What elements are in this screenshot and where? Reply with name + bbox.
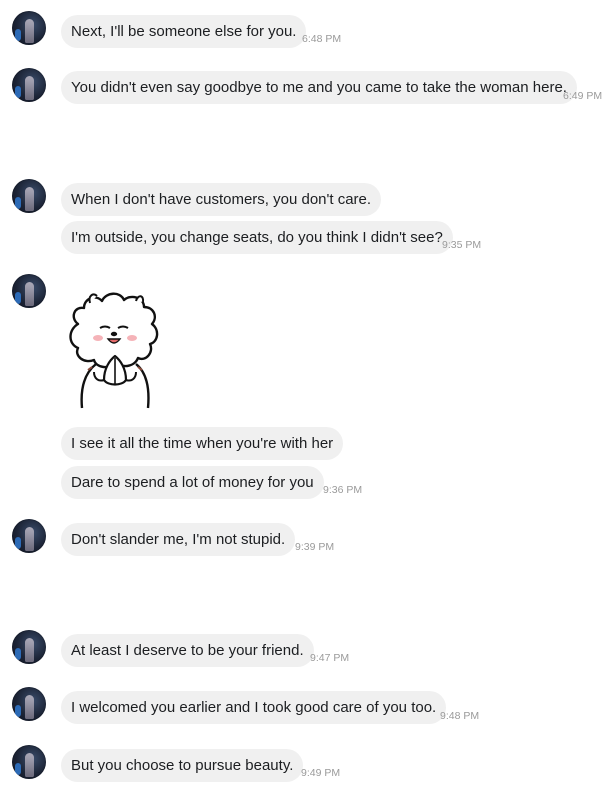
avatar[interactable] [12, 687, 46, 721]
message-timestamp: 9:36 PM [323, 484, 363, 496]
avatar[interactable] [12, 179, 46, 213]
message-bubble[interactable]: I welcomed you earlier and I took good c… [61, 691, 447, 724]
message-bubble[interactable]: Dare to spend a lot of money for you [61, 466, 324, 499]
avatar[interactable] [12, 630, 46, 664]
avatar[interactable] [12, 11, 46, 45]
message-timestamp: 9:39 PM [295, 541, 335, 553]
message-timestamp: 9:48 PM [440, 710, 480, 722]
avatar[interactable] [12, 745, 46, 779]
message-timestamp: 9:47 PM [310, 652, 350, 664]
avatar[interactable] [12, 274, 46, 308]
message-timestamp: 6:48 PM [302, 33, 342, 45]
message-timestamp: 9:49 PM [301, 767, 341, 779]
message-timestamp: 9:35 PM [442, 239, 482, 251]
message-timestamp: 6:49 PM [563, 90, 602, 102]
message-bubble[interactable]: But you choose to pursue beauty. [61, 749, 304, 782]
message-bubble[interactable]: You didn't even say goodbye to me and yo… [61, 71, 577, 104]
message-bubble[interactable]: I'm outside, you change seats, do you th… [61, 221, 453, 254]
message-bubble[interactable]: I see it all the time when you're with h… [61, 427, 344, 460]
avatar[interactable] [12, 519, 46, 553]
avatar[interactable] [12, 68, 46, 102]
message-bubble[interactable]: When I don't have customers, you don't c… [61, 183, 382, 216]
sheep-praying-sticker[interactable] [60, 286, 170, 414]
message-bubble[interactable]: Next, I'll be someone else for you. [61, 15, 307, 48]
message-bubble[interactable]: Don't slander me, I'm not stupid. [61, 523, 296, 556]
message-bubble[interactable]: At least I deserve to be your friend. [61, 634, 314, 667]
